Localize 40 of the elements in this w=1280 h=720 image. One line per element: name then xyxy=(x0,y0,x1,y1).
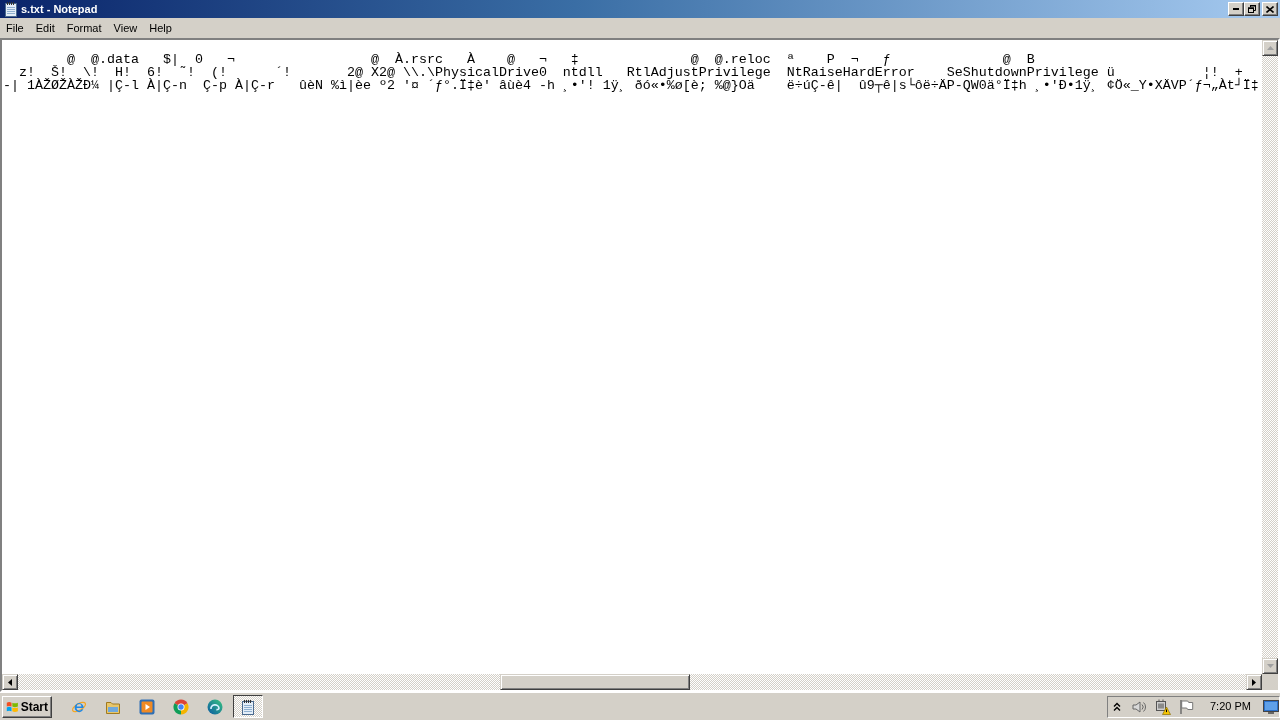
flag-icon[interactable] xyxy=(1178,698,1194,715)
monitor-icon[interactable] xyxy=(1262,699,1279,714)
close-icon xyxy=(1266,5,1274,13)
start-button[interactable]: Start xyxy=(2,695,52,718)
windows-flag-icon xyxy=(6,699,19,714)
clock-text: 7:20 PM xyxy=(1210,699,1251,715)
restore-button[interactable] xyxy=(1244,2,1260,16)
text-line: -| 1ÀŽØŽÀŽÐ¼ |Ç-l À|Ç-n Ç-p À|Ç-r ûèN %ì|èe º2 '¤ ´ƒ°.Ï‡è' âùè4 -h ¸•'! 1ÿ¸ ðó«•%ø[è; %@}Oä ë÷úÇ-ê| û9┬ê|s└ôë÷ÄP-QW0ä°Ï‡h ¸•'Ð•1ÿ¸ ¢Ö«_Y•XÄVP´ƒ¬„Àt┘Ï‡ xyxy=(3,79,1259,92)
window-title: s.txt - Notepad xyxy=(21,2,98,16)
scroll-up-button[interactable] xyxy=(1262,40,1278,56)
minimize-button[interactable] xyxy=(1228,2,1244,16)
notepad-icon xyxy=(3,1,19,17)
down-arrow-icon xyxy=(1266,664,1274,668)
notepad-icon xyxy=(240,698,256,715)
menu-item[interactable]: Format xyxy=(60,19,108,37)
left-arrow-icon xyxy=(8,678,12,686)
menu-item[interactable]: Edit xyxy=(29,19,61,37)
up-arrow-icon xyxy=(1266,46,1274,50)
menu-item[interactable]: Help xyxy=(143,19,178,37)
scroll-down-button[interactable] xyxy=(1262,658,1278,674)
text-line: @ @.data $| 0 ¬ @ À.rsrc À @ ¬ ‡ @ @.reloc ª P ¬ ƒ @ B xyxy=(66,53,1035,66)
close-button[interactable] xyxy=(1262,2,1278,16)
chevron-icon[interactable] xyxy=(1113,701,1121,712)
menu-item[interactable]: File xyxy=(0,19,30,37)
play-tile-icon[interactable] xyxy=(139,698,155,715)
taskbar-window-button[interactable] xyxy=(233,695,263,718)
menu-item[interactable]: View xyxy=(107,19,144,37)
restore-icon xyxy=(1248,5,1256,13)
scroll-thumb[interactable] xyxy=(500,674,690,690)
scroll-right-button[interactable] xyxy=(1246,674,1262,690)
scroll-left-button[interactable] xyxy=(2,674,18,690)
swirl-icon[interactable] xyxy=(207,698,223,715)
horizontal-scrollbar[interactable] xyxy=(2,674,1262,690)
color-wheel-icon[interactable] xyxy=(173,698,189,715)
vertical-scrollbar[interactable] xyxy=(1262,40,1278,674)
minimize-icon xyxy=(1233,8,1239,10)
right-arrow-icon xyxy=(1252,678,1256,686)
speaker-icon[interactable] xyxy=(1131,698,1147,715)
network-warning-icon[interactable] xyxy=(1155,698,1171,715)
text-line: z! Š! \! H! 6! ˜! (! ´! 2@ X2@ \\.\PhysicalDrive0 ntdll RtlAdjustPrivilege NtRaiseHardError SeShutdownPrivilege ü ¦! + xyxy=(18,66,1243,79)
